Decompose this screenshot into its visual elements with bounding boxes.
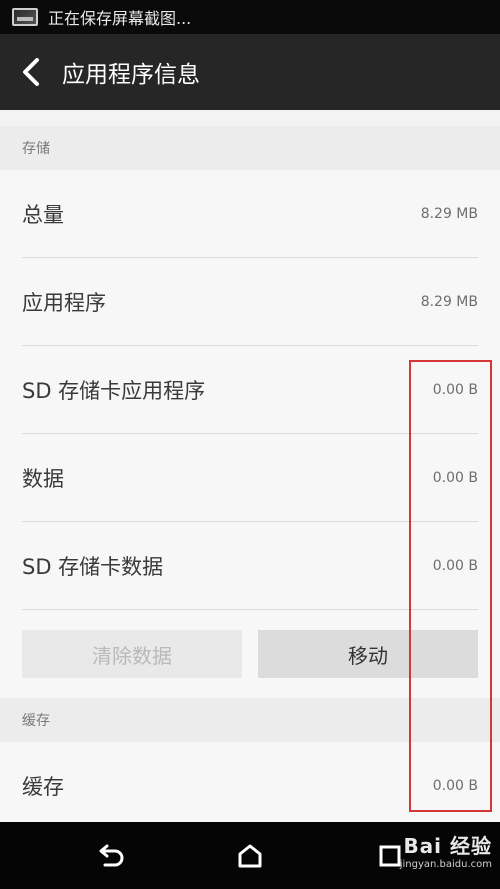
row-label: 总量 xyxy=(22,203,64,227)
row-label: 缓存 xyxy=(22,775,64,799)
notification-text: 正在保存屏幕截图... xyxy=(48,9,192,28)
cache-section-header: 缓存 xyxy=(0,698,500,742)
back-icon xyxy=(99,844,124,867)
watermark-brand: Bai 经验 xyxy=(403,834,492,858)
row-value: 0.00 B xyxy=(432,558,478,574)
watermark-url: jingyan.baidu.com xyxy=(399,859,492,870)
baidu-watermark: Bai 经验 jingyan.baidu.com xyxy=(400,830,492,870)
app-bar: 应用程序信息 xyxy=(0,34,500,110)
storage-row-sd-data: SD 存储卡数据 0.00 B xyxy=(0,522,500,610)
row-label: SD 存储卡应用程序 xyxy=(22,379,206,403)
storage-actions: 清除数据 移动 xyxy=(0,610,500,698)
row-value: 0.00 B xyxy=(432,382,478,398)
row-value: 0.00 B xyxy=(432,778,478,794)
row-value: 8.29 MB xyxy=(420,206,478,222)
storage-row-data: 数据 0.00 B xyxy=(0,434,500,522)
cache-row: 缓存 0.00 B xyxy=(0,742,500,830)
row-value: 8.29 MB xyxy=(420,294,478,310)
status-bar: 正在保存屏幕截图... xyxy=(0,0,500,34)
storage-row-app: 应用程序 8.29 MB xyxy=(0,258,500,346)
navigation-bar: Bai 经验 jingyan.baidu.com xyxy=(0,822,500,889)
nav-home-button[interactable] xyxy=(230,836,270,876)
storage-row-sd-app: SD 存储卡应用程序 0.00 B xyxy=(0,346,500,434)
page-title: 应用程序信息 xyxy=(62,62,200,88)
move-button[interactable]: 移动 xyxy=(258,630,478,678)
screenshot-icon xyxy=(12,8,38,26)
nav-back-button[interactable] xyxy=(90,836,130,876)
storage-section-header: 存储 xyxy=(0,126,500,170)
clear-data-button[interactable]: 清除数据 xyxy=(22,630,242,678)
back-button[interactable] xyxy=(0,34,62,110)
row-label: 应用程序 xyxy=(22,291,106,315)
back-arrow-icon xyxy=(23,58,39,86)
row-label: SD 存储卡数据 xyxy=(22,555,164,579)
storage-row-total: 总量 8.29 MB xyxy=(0,170,500,258)
home-icon xyxy=(238,844,262,868)
row-label: 数据 xyxy=(22,467,64,491)
row-value: 0.00 B xyxy=(432,470,478,486)
